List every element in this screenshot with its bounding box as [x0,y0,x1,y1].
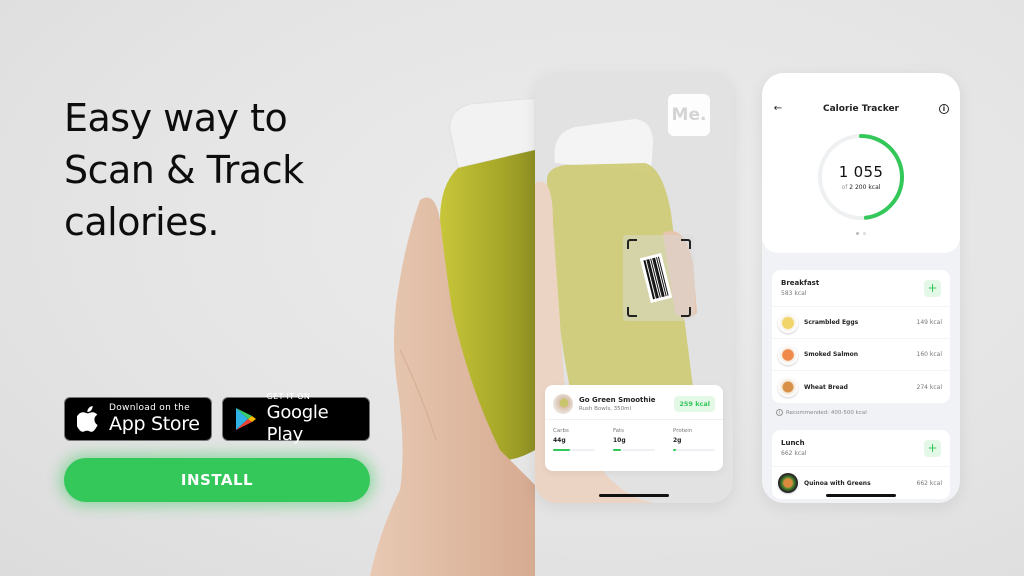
food-kcal: 274 kcal [916,383,942,391]
macro-protein: Protein 2g [673,428,715,451]
macro-bar [553,449,595,451]
food-row[interactable]: Wheat Bread 274 kcal [772,371,950,403]
food-thumbnail [778,344,798,365]
meal-name: Breakfast [781,279,820,287]
arrow-left-icon[interactable]: ← [772,103,784,114]
product-subtitle: Rush Bowls, 350ml [579,405,632,412]
food-thumbnail [778,312,798,333]
meal-kcal: 662 kcal [781,450,807,457]
add-food-button[interactable]: + [924,279,941,297]
meal-card-breakfast: Breakfast 583 kcal + Scrambled Eggs 149 … [772,270,950,403]
macro-bar [673,449,715,451]
product-thumbnail [553,393,573,414]
info-icon: i [776,409,783,416]
barcode-scan-frame [623,235,695,321]
app-store-label: App Store [109,413,200,435]
macro-label: Protein [673,428,693,434]
food-name: Wheat Bread [804,383,848,391]
home-indicator[interactable] [599,494,669,497]
headline: Easy way to Scan & Track calories. [64,92,304,248]
food-thumbnail [778,473,798,493]
macro-carbs: Carbs 44g [553,428,595,451]
google-play-icon [231,407,261,431]
home-indicator[interactable] [826,494,896,497]
page-dot[interactable] [863,232,866,235]
food-row[interactable]: Smoked Salmon 160 kcal [772,339,950,371]
apple-icon [73,406,103,432]
macro-fats: Fats 10g [613,428,655,451]
headline-line: Scan & Track [64,148,304,192]
calories-consumed: 1 055 [838,163,884,181]
macro-bar-fill [673,449,677,451]
page-title: Calorie Tracker [823,103,899,114]
recommendation-note: i Recommended: 400-500 kcal [776,409,867,416]
food-kcal: 149 kcal [916,319,942,326]
goal-prefix: of [841,184,848,191]
page-dots [762,232,960,235]
app-store-small-label: Download on the [109,403,190,413]
macro-value: 10g [613,437,626,444]
tracker-phone: ← Calorie Tracker i 1 055 of 2 200 kcal … [762,73,960,503]
meal-name: Lunch [781,439,805,447]
app-store-badge[interactable]: Download on the App Store [64,397,212,441]
goal-value: 2 200 kcal [849,184,881,191]
add-food-button[interactable]: + [924,439,941,457]
food-kcal: 662 kcal [916,479,942,487]
info-icon[interactable]: i [938,103,950,114]
macro-label: Carbs [553,428,569,434]
barcode-icon [639,253,673,303]
page-dot[interactable] [856,232,859,235]
install-button[interactable]: INSTALL [64,458,370,502]
meal-kcal: 583 kcal [781,290,807,297]
product-kcal-badge: 259 kcal [674,395,715,412]
food-thumbnail [778,377,798,397]
macro-bar-fill [553,449,570,451]
macro-bar [613,449,655,451]
recommendation-text: Recommended: 400-500 kcal [786,409,867,416]
macro-value: 44g [553,437,566,444]
product-card[interactable]: Go Green Smoothie Rush Bowls, 350ml 259 … [545,385,723,471]
macro-bar-fill [613,449,622,451]
food-name: Quinoa with Greens [804,479,871,487]
food-name: Scrambled Eggs [804,319,859,326]
food-name: Smoked Salmon [804,351,859,358]
headline-line: calories. [64,200,219,244]
headline-line: Easy way to [64,96,288,140]
food-row[interactable]: Scrambled Eggs 149 kcal [772,307,950,339]
macro-value: 2g [673,437,682,444]
app-logo: Me. [668,94,710,136]
calorie-goal: of 2 200 kcal [842,184,881,191]
product-name: Go Green Smoothie [579,395,656,404]
food-kcal: 160 kcal [916,351,942,358]
meal-card-lunch: Lunch 662 kcal + Quinoa with Greens 662 … [772,430,950,499]
macro-label: Fats [613,428,625,434]
hand-holding-bottle-image [370,97,536,576]
scanner-phone: Me. Go Green Smoothie Rush Bowls, 350ml … [535,73,733,503]
